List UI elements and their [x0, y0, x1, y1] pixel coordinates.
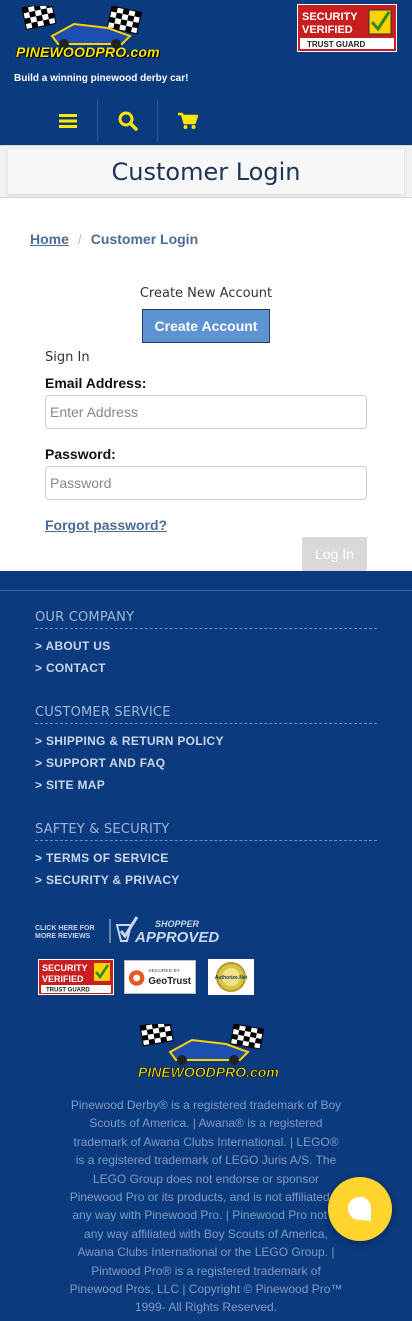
badge-line3: TRUST GUARD: [307, 40, 365, 49]
breadcrumb-home-link[interactable]: Home: [30, 231, 69, 247]
email-label: Email Address:: [45, 375, 147, 391]
search-button[interactable]: [98, 100, 158, 142]
shopper-brand-top: SHOPPER: [155, 919, 200, 929]
site-header: PINEWOODPRO.com Build a winning pinewood…: [0, 0, 412, 145]
footer-link-sitemap[interactable]: > SITE MAP: [35, 778, 377, 792]
footer-link-about[interactable]: > ABOUT US: [35, 639, 377, 653]
shopper-approved-badge[interactable]: CLICK HERE FOR MORE REVIEWS SHOPPER APPR…: [35, 913, 225, 949]
main-nav: [38, 100, 218, 142]
authorize-net-text: Authorize.Net: [215, 975, 248, 981]
legal-text: Pinewood Derby® is a registered trademar…: [69, 1098, 343, 1315]
footer-heading: SAFTEY & SECURITY: [35, 822, 377, 841]
footer-section-company: OUR COMPANY > ABOUT US > CONTACT: [35, 610, 377, 675]
create-account-button[interactable]: Create Account: [142, 309, 270, 343]
page-title-band: Customer Login: [0, 145, 412, 198]
shopper-brand-main: APPROVED: [134, 929, 219, 946]
authorize-net-badge[interactable]: Authorize.Net: [208, 959, 254, 995]
page-title: Customer Login: [111, 157, 301, 186]
badge-line1: SECURITY: [302, 11, 358, 23]
footer-heading: CUSTOMER SERVICE: [35, 705, 377, 724]
geotrust-name: GeoTrust: [148, 976, 191, 987]
geotrust-badge[interactable]: SECURED BY GeoTrust: [124, 960, 196, 994]
footer-badge-line1: SECURITY: [42, 963, 88, 973]
sign-in-heading: Sign In: [45, 350, 90, 365]
menu-button[interactable]: [38, 100, 98, 142]
geotrust-small: SECURED BY: [148, 968, 180, 974]
trust-guard-badge[interactable]: SECURITY VERIFIED TRUST GUARD: [297, 4, 397, 52]
page-title-box: Customer Login: [8, 149, 404, 194]
footer-pinewoodpro-logo[interactable]: PINEWOODPRO.com: [136, 1024, 278, 1082]
security-badges: SECURITY VERIFIED TRUST GUARD SECURED BY…: [38, 959, 254, 995]
password-field[interactable]: [45, 466, 367, 500]
login-button[interactable]: Log In: [302, 537, 367, 571]
footer-section-customer-service: CUSTOMER SERVICE > SHIPPING & RETURN POL…: [35, 705, 377, 792]
badge-line2: VERIFIED: [302, 24, 353, 36]
footer-logo-text: PINEWOODPRO.com: [138, 1064, 278, 1080]
footer-badge-line2: VERIFIED: [42, 974, 84, 984]
breadcrumb: Home / Customer Login: [30, 231, 198, 247]
password-label: Password:: [45, 446, 116, 462]
footer-link-contact[interactable]: > CONTACT: [35, 661, 377, 675]
footer-badge-line3: TRUST GUARD: [46, 988, 90, 994]
chat-bubble-icon: [348, 1197, 371, 1221]
logo-wordmark: PINEWOODPRO.com: [16, 44, 160, 60]
shopper-small-text-1: CLICK HERE FOR: [35, 925, 95, 932]
cart-button[interactable]: [158, 100, 218, 142]
chat-button[interactable]: [328, 1177, 392, 1241]
footer-link-shipping[interactable]: > SHIPPING & RETURN POLICY: [35, 734, 377, 748]
footer-link-terms[interactable]: > TERMS OF SERVICE: [35, 851, 377, 865]
cart-icon: [178, 112, 198, 129]
forgot-password-link[interactable]: Forgot password?: [45, 517, 167, 533]
breadcrumb-separator: /: [77, 231, 82, 247]
email-field[interactable]: [45, 395, 367, 429]
footer-link-privacy[interactable]: > SECURITY & PRIVACY: [35, 873, 377, 887]
footer-divider: [0, 590, 412, 591]
breadcrumb-current: Customer Login: [90, 231, 199, 247]
search-icon: [118, 111, 138, 131]
authorize-net-seal: Authorize.Net: [215, 962, 248, 992]
footer-section-security: SAFTEY & SECURITY > TERMS OF SERVICE > S…: [35, 822, 377, 887]
footer-heading: OUR COMPANY: [35, 610, 377, 629]
trust-guard-footer-badge[interactable]: SECURITY VERIFIED TRUST GUARD: [38, 959, 114, 995]
menu-icon: [58, 114, 77, 128]
tagline: Build a winning pinewood derby car!: [14, 73, 189, 84]
geotrust-logo: SECURED BY GeoTrust: [128, 968, 192, 987]
footer-link-support[interactable]: > SUPPORT AND FAQ: [35, 756, 377, 770]
create-account-heading: Create New Account: [139, 286, 273, 301]
shopper-small-text-2: MORE REVIEWS: [35, 933, 91, 940]
